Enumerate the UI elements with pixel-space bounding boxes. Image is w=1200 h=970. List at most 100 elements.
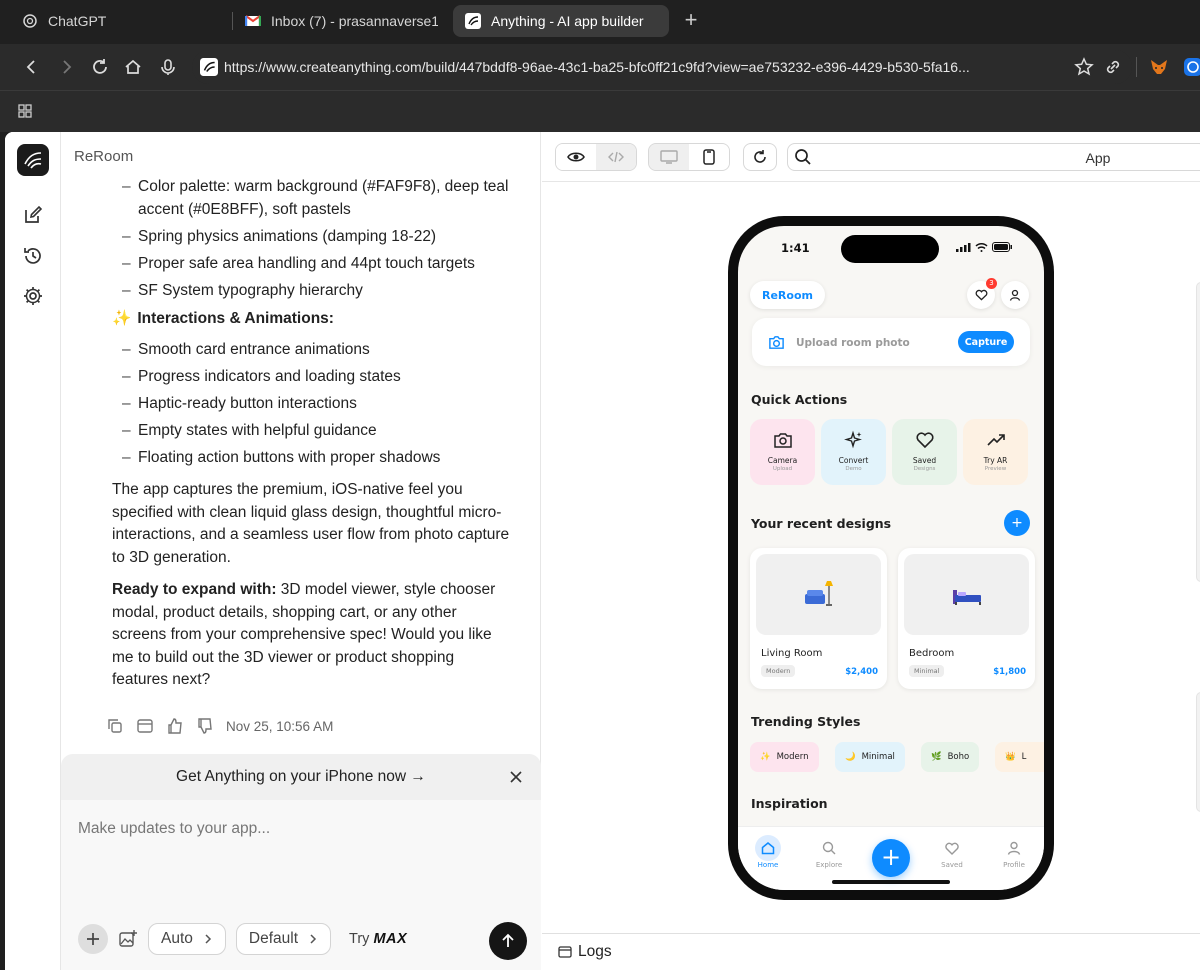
device-toggle — [648, 143, 730, 171]
new-chat-icon[interactable] — [22, 204, 44, 226]
trending-styles-title: Trending Styles — [751, 714, 861, 729]
style-chip-minimal[interactable]: 🌙 Minimal — [835, 742, 905, 772]
tab-home[interactable]: Home — [748, 835, 788, 869]
capture-button[interactable]: Capture — [958, 331, 1014, 353]
site-icon — [200, 58, 218, 76]
settings-gear-icon[interactable] — [22, 285, 44, 307]
style-chip-modern[interactable]: ✨ Modern — [750, 742, 819, 772]
copy-icon[interactable] — [106, 717, 124, 735]
list-item: Color palette: warm background (#FAF9F8)… — [112, 176, 512, 221]
tab-gmail[interactable]: Inbox (7) - prasannaverse13@ — [245, 5, 438, 37]
quick-actions-title: Quick Actions — [751, 392, 848, 407]
forward-icon[interactable] — [56, 57, 76, 77]
quick-action-label: Saved — [912, 456, 937, 465]
create-fab[interactable]: + — [872, 839, 910, 877]
message-composer[interactable]: Make updates to your app... Auto Default… — [61, 800, 541, 970]
list-item: Haptic-ready button interactions — [112, 393, 512, 416]
mobile-view-button[interactable] — [689, 144, 729, 170]
browser-tab-strip: ChatGPT Inbox (7) - prasannaverse13@ Any… — [0, 0, 1200, 44]
list-item: SF System typography hierarchy — [112, 280, 512, 303]
chatgpt-icon — [23, 14, 37, 28]
reload-icon[interactable] — [90, 57, 110, 77]
upload-room-card[interactable]: Upload room photo Capture — [752, 318, 1030, 366]
heart-icon — [939, 835, 965, 861]
thumbs-up-icon[interactable] — [166, 717, 184, 735]
route-label: App — [1085, 150, 1111, 166]
extension-icon[interactable] — [1183, 57, 1200, 77]
back-icon[interactable] — [22, 57, 42, 77]
auto-mode-select[interactable]: Auto — [148, 923, 226, 955]
try-max-button[interactable]: Try MAX — [349, 931, 407, 947]
design-style-tag: Minimal — [909, 665, 945, 677]
quick-action-saved[interactable]: Saved Designs — [892, 419, 957, 485]
trending-icon — [986, 434, 1005, 446]
add-design-button[interactable]: + — [1004, 510, 1030, 536]
list-item: Spring physics animations (damping 18-22… — [112, 226, 512, 249]
tab-label: Profile — [1003, 861, 1025, 869]
design-card-living-room[interactable]: Living Room Modern $2,400 — [750, 548, 887, 689]
tab-profile[interactable]: Profile — [994, 835, 1034, 869]
eye-icon — [567, 152, 585, 162]
route-search-bar[interactable]: App — [787, 143, 1200, 171]
tab-label: Inbox (7) - prasannaverse13@ — [271, 13, 438, 29]
send-button[interactable] — [489, 922, 527, 960]
heart-icon — [915, 432, 934, 449]
tab-saved[interactable]: Saved — [932, 835, 972, 869]
close-icon[interactable] — [507, 768, 525, 786]
list-item: Proper safe area handling and 44pt touch… — [112, 253, 512, 276]
style-chip-boho[interactable]: 🌿 Boho — [921, 742, 980, 772]
image-upload-icon[interactable] — [118, 929, 138, 949]
refresh-icon — [754, 150, 766, 163]
iphone-promo-banner[interactable]: Get Anything on your iPhone now → — [61, 754, 541, 800]
style-chip-label: Modern — [776, 752, 809, 762]
quick-action-convert[interactable]: Convert Demo — [821, 419, 886, 485]
history-icon[interactable] — [22, 245, 44, 267]
composer-placeholder[interactable]: Make updates to your app... — [78, 820, 270, 838]
phone-frame: 1:41 ReRoom 3 Upload room photo Capture … — [728, 216, 1054, 900]
preview-view-button[interactable] — [556, 144, 596, 170]
quick-action-sub: Preview — [984, 466, 1007, 472]
sparkles-icon: ✨ — [112, 310, 132, 327]
preview-toolbar: App — [542, 132, 1200, 182]
tab-explore[interactable]: Explore — [809, 835, 849, 869]
try-label: Try — [349, 931, 370, 947]
brand-pill[interactable]: ReRoom — [750, 281, 825, 309]
profile-icon — [1001, 835, 1027, 861]
favorites-button[interactable]: 3 — [967, 278, 997, 309]
sofa-lamp-icon — [804, 580, 833, 606]
quick-action-camera[interactable]: Camera Upload — [750, 419, 815, 485]
logs-bar[interactable]: Logs — [542, 933, 1200, 970]
profile-button[interactable] — [1001, 281, 1029, 309]
link-icon[interactable] — [1103, 57, 1123, 77]
new-tab-button[interactable]: + — [681, 9, 701, 31]
code-view-button[interactable] — [596, 144, 636, 170]
phone-screen: 1:41 ReRoom 3 Upload room photo Capture … — [738, 226, 1044, 890]
apps-grid-icon[interactable] — [18, 104, 32, 118]
home-icon[interactable] — [123, 57, 143, 77]
address-bar[interactable]: https://www.createanything.com/build/447… — [192, 50, 1132, 84]
microphone-icon[interactable] — [158, 57, 178, 77]
thumbs-down-icon[interactable] — [196, 717, 214, 735]
browser-toolbar: https://www.createanything.com/build/447… — [0, 44, 1200, 90]
refresh-preview-button[interactable] — [743, 143, 777, 171]
design-thumbnail — [756, 554, 881, 635]
auto-mode-label: Auto — [161, 930, 193, 947]
preview-card-icon[interactable] — [136, 717, 154, 735]
tab-label: Saved — [941, 861, 963, 869]
quick-action-try-ar[interactable]: Try AR Preview — [963, 419, 1028, 485]
desktop-view-button[interactable] — [649, 144, 689, 170]
metamask-icon[interactable] — [1149, 57, 1169, 77]
style-chip-partial[interactable]: 👑 L — [995, 742, 1044, 772]
quick-action-sub: Demo — [845, 466, 862, 472]
anything-logo[interactable] — [17, 144, 49, 176]
default-model-select[interactable]: Default — [235, 923, 332, 955]
design-thumbnail — [904, 554, 1029, 635]
tab-chatgpt[interactable]: ChatGPT — [22, 5, 222, 37]
list-item: Empty states with helpful guidance — [112, 420, 512, 443]
bed-icon — [952, 589, 981, 605]
design-card-bedroom[interactable]: Bedroom Minimal $1,800 — [898, 548, 1035, 689]
add-attachment-button[interactable] — [78, 924, 108, 954]
tab-anything[interactable]: Anything - AI app builder — [453, 5, 669, 37]
promo-text: Get Anything on your iPhone now → — [176, 768, 426, 785]
star-icon[interactable] — [1074, 57, 1094, 77]
